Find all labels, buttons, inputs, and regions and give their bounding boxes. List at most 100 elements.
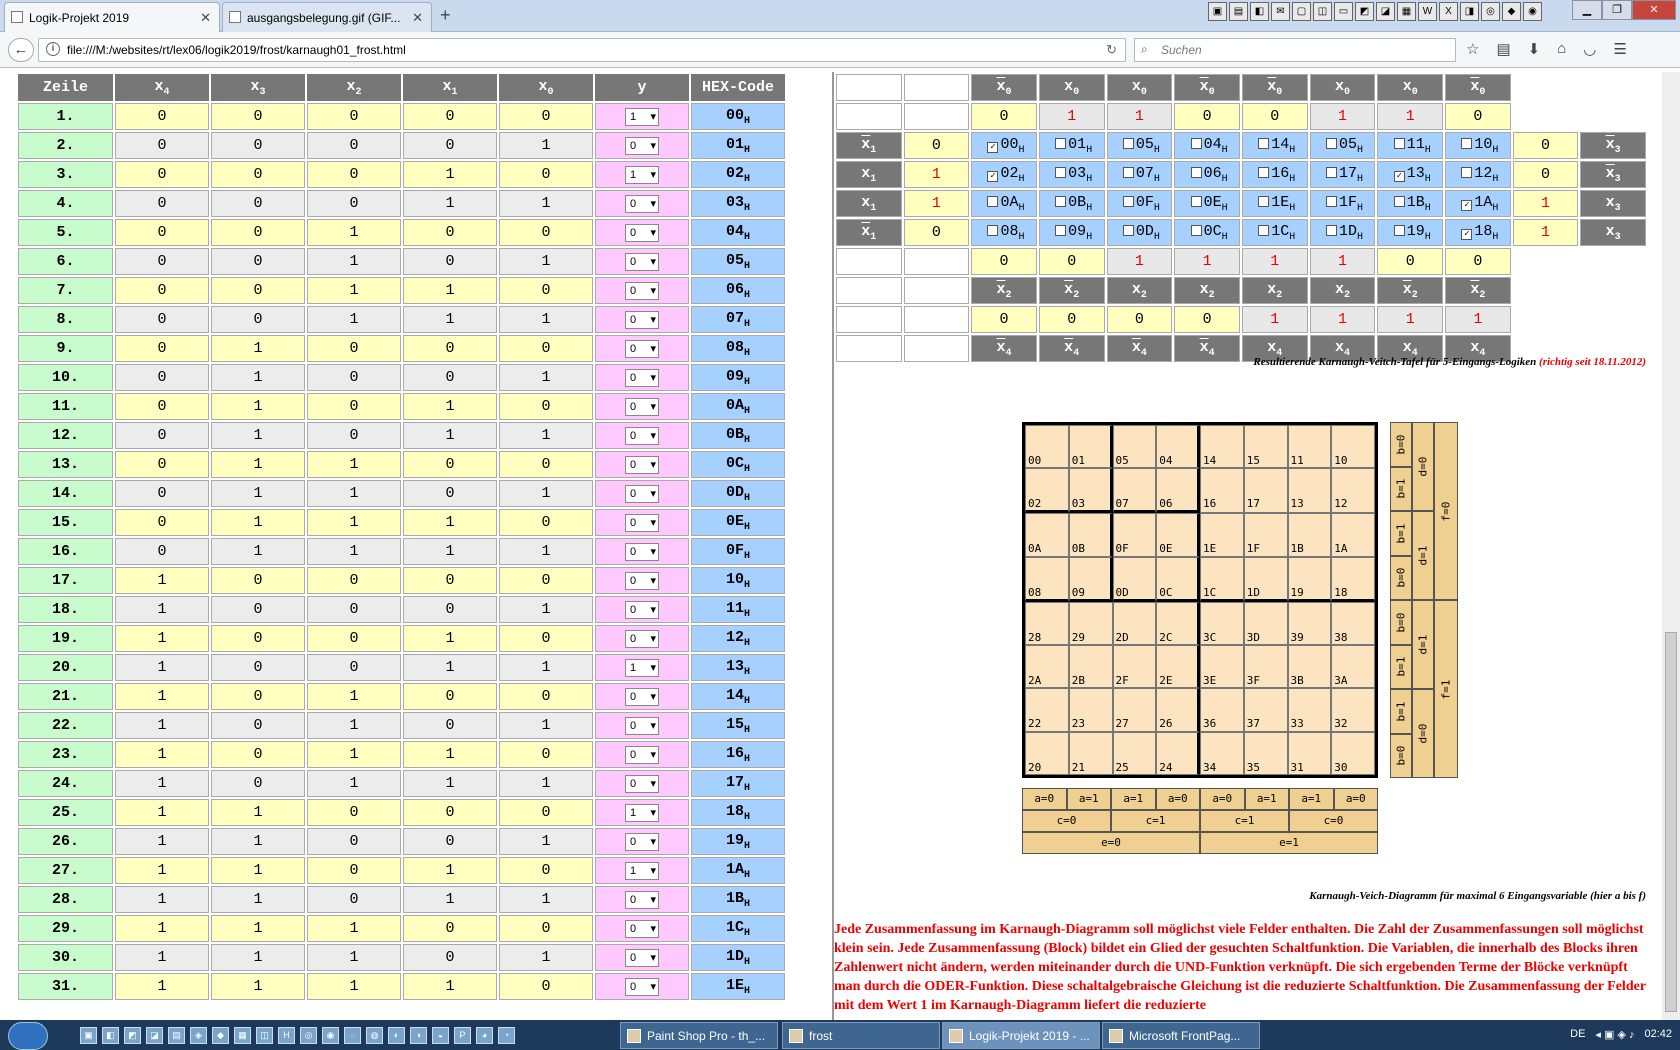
app-icon[interactable]: ◩: [124, 1027, 141, 1044]
kv-cell[interactable]: 11H: [1377, 132, 1444, 159]
home-icon[interactable]: ⌂: [1557, 40, 1566, 58]
extension-icon[interactable]: ◎: [1481, 2, 1500, 21]
app-icon[interactable]: ◌: [344, 1027, 361, 1044]
app-icon[interactable]: H: [278, 1027, 295, 1044]
close-window-icon[interactable]: ✕: [1632, 0, 1676, 20]
extension-icon[interactable]: ◆: [1502, 2, 1521, 21]
kv-checkbox[interactable]: [1258, 195, 1270, 207]
kv-cell[interactable]: 06H: [1174, 161, 1240, 188]
scrollbar[interactable]: [1662, 72, 1680, 1020]
app-icon[interactable]: ◐: [388, 1027, 405, 1044]
kv-cell[interactable]: 09H: [1038, 219, 1105, 246]
kv-cell[interactable]: ✓ 1AH: [1445, 190, 1511, 217]
app-icon[interactable]: ▣: [80, 1027, 97, 1044]
app-icon[interactable]: ◒: [432, 1027, 449, 1044]
extension-icon[interactable]: ◨: [1460, 2, 1479, 21]
reload-icon[interactable]: ↻: [1106, 42, 1117, 58]
output-select[interactable]: 0: [625, 832, 659, 851]
kv-checkbox[interactable]: [1258, 166, 1270, 178]
output-select[interactable]: 0: [625, 977, 659, 996]
kv-cell[interactable]: 1DH: [1309, 219, 1376, 246]
kv-checkbox[interactable]: [1122, 137, 1134, 149]
output-select[interactable]: 0: [625, 745, 659, 764]
language-indicator[interactable]: DE: [1570, 1028, 1585, 1041]
kv-cell[interactable]: ✓ 13H: [1377, 161, 1444, 188]
app-icon[interactable]: ◪: [146, 1027, 163, 1044]
tray-icons[interactable]: ◂ ▣ ◈ ♪: [1595, 1028, 1634, 1041]
kv-cell[interactable]: 05H: [1309, 132, 1376, 159]
extension-icon[interactable]: ▭: [1334, 2, 1353, 21]
extension-icon[interactable]: ◉: [1523, 2, 1542, 21]
output-select[interactable]: 0: [625, 919, 659, 938]
kv-checkbox[interactable]: [1122, 166, 1134, 178]
kv-checkbox[interactable]: [1055, 224, 1067, 236]
maximize-icon[interactable]: ❐: [1602, 0, 1632, 20]
app-icon[interactable]: ◑: [410, 1027, 427, 1044]
taskbar-button-logik[interactable]: Logik-Projekt 2019 - ...: [942, 1022, 1100, 1049]
output-select[interactable]: 0: [625, 484, 659, 503]
kv-checkbox[interactable]: [1190, 166, 1202, 178]
kv-checkbox[interactable]: [1190, 195, 1202, 207]
output-select[interactable]: 1: [625, 107, 659, 126]
kv-cell[interactable]: 19H: [1377, 219, 1444, 246]
output-select[interactable]: 0: [625, 194, 659, 213]
output-select[interactable]: 0: [625, 455, 659, 474]
app-icon[interactable]: ◔: [498, 1027, 515, 1044]
extension-icon[interactable]: ◪: [1376, 2, 1395, 21]
output-select[interactable]: 1: [625, 803, 659, 822]
output-select[interactable]: 0: [625, 774, 659, 793]
output-select[interactable]: 0: [625, 948, 659, 967]
extension-icon[interactable]: ◧: [1250, 2, 1269, 21]
kv-checkbox[interactable]: ✓: [987, 170, 999, 182]
kv-checkbox[interactable]: [1325, 224, 1337, 236]
kv-cell[interactable]: 03H: [1038, 161, 1105, 188]
kv-cell[interactable]: 1CH: [1241, 219, 1308, 246]
output-select[interactable]: 1: [625, 165, 659, 184]
kv-checkbox[interactable]: [1122, 224, 1134, 236]
output-select[interactable]: 0: [625, 426, 659, 445]
kv-checkbox[interactable]: [1461, 137, 1473, 149]
extension-icon[interactable]: ▢: [1292, 2, 1311, 21]
output-select[interactable]: 0: [625, 397, 659, 416]
menu-icon[interactable]: ☰: [1613, 40, 1626, 58]
kv-cell[interactable]: 0AH: [971, 190, 1037, 217]
firefox-icon[interactable]: ◕: [476, 1027, 493, 1044]
kv-checkbox[interactable]: [1393, 224, 1405, 236]
search-input[interactable]: ⌕ Suchen: [1134, 38, 1456, 62]
excel-icon[interactable]: X: [1439, 2, 1458, 21]
kv-checkbox[interactable]: [1325, 166, 1337, 178]
kv-checkbox[interactable]: [1055, 137, 1067, 149]
output-select[interactable]: 0: [625, 513, 659, 532]
kv-cell[interactable]: 12H: [1445, 161, 1511, 188]
app-icon[interactable]: P: [454, 1027, 471, 1044]
kv-checkbox[interactable]: [1325, 137, 1337, 149]
kv-cell[interactable]: 0CH: [1174, 219, 1240, 246]
output-select[interactable]: 1: [625, 861, 659, 880]
back-arrow-icon[interactable]: ←: [8, 38, 34, 62]
extension-icon[interactable]: ▤: [1229, 2, 1248, 21]
tab-ausgangsbelegung[interactable]: ausgangsbelegung.gif (GIF... ✕: [222, 2, 432, 32]
kv-checkbox[interactable]: [1190, 224, 1202, 236]
kv-checkbox[interactable]: [1190, 137, 1202, 149]
kv-cell[interactable]: 07H: [1106, 161, 1173, 188]
download-icon[interactable]: ⬇: [1528, 40, 1541, 58]
info-icon[interactable]: i: [46, 42, 60, 56]
url-bar[interactable]: i file:///M:/websites/rt/lex06/logik2019…: [38, 38, 1126, 62]
output-select[interactable]: 0: [625, 136, 659, 155]
kv-cell[interactable]: 1EH: [1241, 190, 1308, 217]
output-select[interactable]: 0: [625, 629, 659, 648]
kv-cell[interactable]: 01H: [1038, 132, 1105, 159]
kv-cell[interactable]: 08H: [971, 219, 1037, 246]
kv-cell[interactable]: 0EH: [1174, 190, 1240, 217]
kv-checkbox[interactable]: [1122, 195, 1134, 207]
kv-cell[interactable]: 1FH: [1309, 190, 1376, 217]
kv-checkbox[interactable]: [1258, 137, 1270, 149]
kv-cell[interactable]: ✓ 02H: [971, 161, 1037, 188]
app-icon[interactable]: ▤: [168, 1027, 185, 1044]
kv-checkbox[interactable]: [1393, 195, 1405, 207]
tab-logik-projekt[interactable]: Logik-Projekt 2019 ✕: [4, 2, 220, 32]
reading-list-icon[interactable]: ▤: [1496, 40, 1510, 58]
kv-checkbox[interactable]: [987, 195, 999, 207]
kv-cell[interactable]: 0BH: [1038, 190, 1105, 217]
output-select[interactable]: 0: [625, 368, 659, 387]
